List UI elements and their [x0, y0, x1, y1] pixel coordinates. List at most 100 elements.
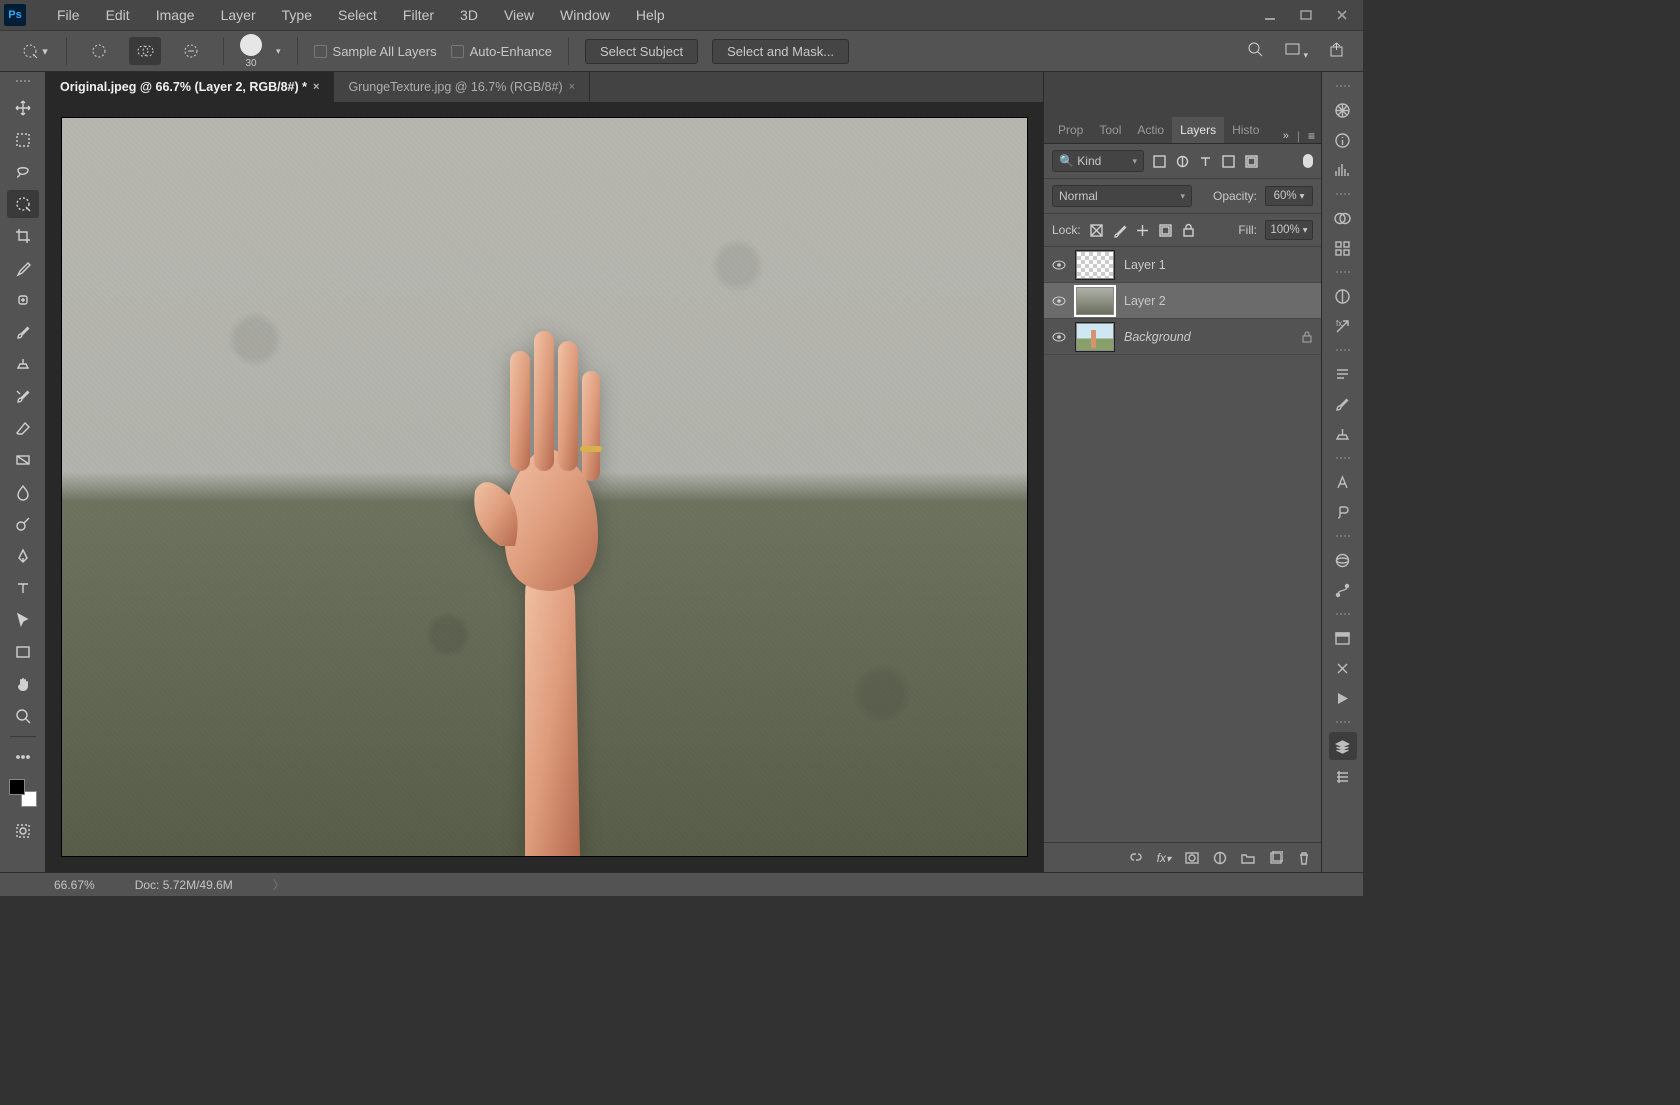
- add-layer-icon[interactable]: [1269, 851, 1283, 865]
- layer-thumbnail[interactable]: [1076, 251, 1114, 279]
- filter-toggle-icon[interactable]: [1303, 154, 1313, 168]
- lock-image-icon[interactable]: [1112, 223, 1127, 238]
- visibility-icon[interactable]: [1052, 294, 1066, 308]
- layer-row-layer1[interactable]: Layer 1: [1044, 247, 1321, 283]
- panel-tab-history[interactable]: Histo: [1224, 117, 1267, 143]
- lock-transparency-icon[interactable]: [1089, 223, 1104, 238]
- opacity-input[interactable]: 60%▾: [1265, 186, 1313, 206]
- panel-tab-actions[interactable]: Actio: [1129, 117, 1172, 143]
- menu-edit[interactable]: Edit: [93, 3, 143, 27]
- panel-tab-tool[interactable]: Tool: [1091, 117, 1129, 143]
- auto-enhance-checkbox[interactable]: Auto-Enhance: [451, 44, 552, 59]
- panel-tab-properties[interactable]: Prop: [1050, 117, 1091, 143]
- lasso-tool-icon[interactable]: [7, 158, 39, 186]
- eraser-tool-icon[interactable]: [7, 414, 39, 442]
- layer-fx-icon[interactable]: fx▾: [1157, 851, 1171, 865]
- paths-panel-icon[interactable]: [1329, 576, 1357, 604]
- close-tab-icon[interactable]: ×: [313, 81, 319, 93]
- type-tool-icon[interactable]: [7, 574, 39, 602]
- edit-toolbar-icon[interactable]: [7, 743, 39, 771]
- brush-size-preview[interactable]: 30: [240, 34, 262, 69]
- doc-size[interactable]: Doc: 5.72M/49.6M: [135, 878, 233, 892]
- layer-row-layer2[interactable]: Layer 2: [1044, 283, 1321, 319]
- layer-thumbnail[interactable]: [1076, 323, 1114, 351]
- link-layers-icon[interactable]: [1129, 851, 1143, 865]
- gradient-tool-icon[interactable]: [7, 446, 39, 474]
- visibility-icon[interactable]: [1052, 258, 1066, 272]
- search-icon[interactable]: [1247, 41, 1264, 61]
- channels-panel-icon[interactable]: [1329, 762, 1357, 790]
- add-mask-icon[interactable]: [1185, 851, 1199, 865]
- visibility-icon[interactable]: [1052, 330, 1066, 344]
- layer-filter-dropdown[interactable]: 🔍 Kind▾: [1052, 150, 1144, 172]
- document-tab-grunge[interactable]: GrungeTexture.jpg @ 16.7% (RGB/8#)×: [334, 72, 590, 102]
- clone-stamp-tool-icon[interactable]: [7, 350, 39, 378]
- close-tab-icon[interactable]: ×: [569, 81, 575, 93]
- share-icon[interactable]: [1328, 41, 1345, 61]
- delete-layer-icon[interactable]: [1297, 851, 1311, 865]
- layer-thumbnail[interactable]: [1076, 287, 1114, 315]
- histogram-icon[interactable]: [1329, 156, 1357, 184]
- layer-row-background[interactable]: Background: [1044, 319, 1321, 355]
- add-group-icon[interactable]: [1241, 851, 1255, 865]
- current-tool-icon[interactable]: ▾: [18, 37, 50, 65]
- menu-layer[interactable]: Layer: [208, 3, 269, 27]
- path-selection-tool-icon[interactable]: [7, 606, 39, 634]
- select-and-mask-button[interactable]: Select and Mask...: [712, 39, 849, 64]
- filter-adjustment-icon[interactable]: [1175, 154, 1190, 169]
- character-panel-icon[interactable]: [1329, 468, 1357, 496]
- layers-panel-icon[interactable]: [1329, 732, 1357, 760]
- blend-mode-dropdown[interactable]: Normal▾: [1052, 185, 1192, 207]
- filter-smart-icon[interactable]: [1244, 154, 1259, 169]
- menu-file[interactable]: File: [44, 3, 93, 27]
- selection-add-icon[interactable]: [129, 37, 161, 65]
- foreground-background-swatch[interactable]: [9, 779, 37, 807]
- rectangle-tool-icon[interactable]: [7, 638, 39, 666]
- menu-window[interactable]: Window: [547, 3, 623, 27]
- sample-all-layers-checkbox[interactable]: Sample All Layers: [314, 44, 437, 59]
- menu-type[interactable]: Type: [269, 3, 325, 27]
- menu-image[interactable]: Image: [143, 3, 208, 27]
- menu-select[interactable]: Select: [325, 3, 390, 27]
- 3d-panel-icon[interactable]: [1329, 546, 1357, 574]
- panel-menu-icon[interactable]: ≡: [1308, 129, 1315, 143]
- hand-tool-icon[interactable]: [7, 670, 39, 698]
- quick-mask-icon[interactable]: [7, 817, 39, 845]
- healing-brush-tool-icon[interactable]: [7, 286, 39, 314]
- document-tab-original[interactable]: Original.jpeg @ 66.7% (Layer 2, RGB/8#) …: [46, 72, 334, 102]
- panel-tab-layers[interactable]: Layers: [1172, 117, 1224, 143]
- selection-subtract-icon[interactable]: [175, 37, 207, 65]
- close-icon[interactable]: [1335, 8, 1349, 22]
- clone-source-icon[interactable]: [1329, 420, 1357, 448]
- timeline-panel-icon[interactable]: [1329, 684, 1357, 712]
- brush-tool-icon[interactable]: [7, 318, 39, 346]
- paragraph-panel-icon[interactable]: [1329, 360, 1357, 388]
- menu-filter[interactable]: Filter: [390, 3, 447, 27]
- lock-position-icon[interactable]: [1135, 223, 1150, 238]
- zoom-tool-icon[interactable]: [7, 702, 39, 730]
- filter-pixel-icon[interactable]: [1152, 154, 1167, 169]
- status-arrow-icon[interactable]: 〉: [273, 876, 285, 893]
- fill-input[interactable]: 100%▾: [1265, 220, 1313, 240]
- panel-overflow-icon[interactable]: »: [1283, 130, 1289, 142]
- select-subject-button[interactable]: Select Subject: [585, 39, 698, 64]
- toolbox-handle[interactable]: [8, 80, 38, 86]
- lock-artboard-icon[interactable]: [1158, 223, 1173, 238]
- move-tool-icon[interactable]: [7, 94, 39, 122]
- libraries-icon[interactable]: [1329, 234, 1357, 262]
- filter-type-icon[interactable]: [1198, 154, 1213, 169]
- filter-shape-icon[interactable]: [1221, 154, 1236, 169]
- adjustments-icon[interactable]: [1329, 282, 1357, 310]
- tools-panel-icon[interactable]: [1329, 654, 1357, 682]
- swatches-icon[interactable]: [1329, 204, 1357, 232]
- blur-tool-icon[interactable]: [7, 478, 39, 506]
- styles-icon[interactable]: fx: [1329, 312, 1357, 340]
- marquee-tool-icon[interactable]: [7, 126, 39, 154]
- info-icon[interactable]: [1329, 126, 1357, 154]
- dodge-tool-icon[interactable]: [7, 510, 39, 538]
- history-brush-tool-icon[interactable]: [7, 382, 39, 410]
- crop-tool-icon[interactable]: [7, 222, 39, 250]
- document-canvas[interactable]: [62, 118, 1027, 856]
- quick-selection-tool-icon[interactable]: [7, 190, 39, 218]
- menu-3d[interactable]: 3D: [447, 3, 491, 27]
